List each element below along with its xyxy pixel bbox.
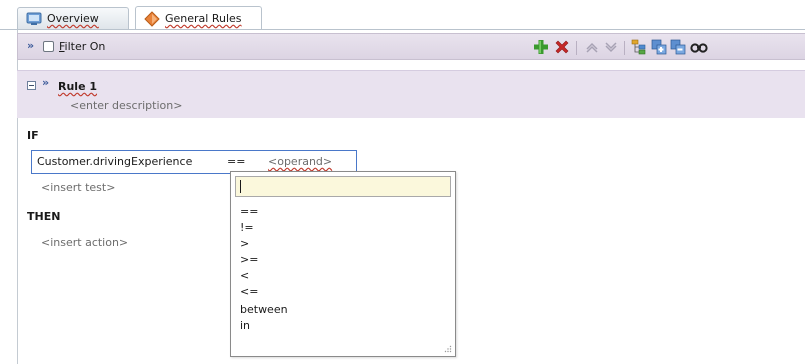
if-keyword: IF bbox=[27, 129, 39, 142]
test-left-expression[interactable]: Customer.drivingExperience bbox=[37, 155, 192, 168]
toolbar-separator bbox=[576, 41, 577, 55]
rule-expand-chevron-icon[interactable]: » bbox=[42, 76, 49, 89]
operator-option[interactable]: == bbox=[240, 205, 258, 218]
find-icon[interactable] bbox=[690, 38, 708, 56]
operator-option[interactable]: >= bbox=[240, 253, 258, 266]
operator-search-input[interactable] bbox=[235, 176, 451, 197]
operator-dropdown: == != > >= < <= between in bbox=[230, 171, 456, 357]
tab-general-rules-label: General Rules bbox=[165, 12, 242, 25]
tab-overview[interactable]: Overview bbox=[17, 7, 129, 29]
rule-name[interactable]: Rule 1 bbox=[58, 80, 97, 93]
overview-icon bbox=[26, 12, 42, 25]
move-up-icon[interactable] bbox=[583, 38, 601, 56]
text-caret bbox=[240, 180, 241, 193]
operator-option[interactable]: > bbox=[240, 237, 249, 250]
rule-header: » Rule 1 <enter description> bbox=[17, 70, 805, 118]
operator-option[interactable]: < bbox=[240, 269, 249, 282]
insert-action-link[interactable]: <insert action> bbox=[41, 236, 128, 249]
filter-checkbox[interactable] bbox=[43, 41, 54, 52]
filter-label-rest: ilter On bbox=[64, 40, 106, 53]
expand-chevron-icon[interactable]: » bbox=[27, 39, 34, 52]
rules-toolbar: » Filter On bbox=[17, 33, 805, 60]
insert-test-link[interactable]: <insert test> bbox=[41, 181, 115, 194]
delete-icon[interactable] bbox=[553, 38, 571, 56]
tab-overview-label: Overview bbox=[47, 12, 99, 25]
copy-icon[interactable] bbox=[650, 38, 668, 56]
move-down-icon[interactable] bbox=[602, 38, 620, 56]
toolbar-separator bbox=[624, 41, 625, 55]
collapse-icon[interactable] bbox=[27, 81, 36, 90]
operator-option[interactable]: <= bbox=[240, 285, 258, 298]
tab-general-rules[interactable]: General Rules bbox=[135, 6, 262, 30]
rule-description[interactable]: <enter description> bbox=[70, 99, 182, 112]
tab-strip: Overview General Rules bbox=[0, 0, 805, 31]
operator-option[interactable]: in bbox=[240, 319, 250, 332]
then-keyword: THEN bbox=[27, 210, 61, 223]
filter-label: Filter On bbox=[59, 40, 105, 53]
add-icon[interactable] bbox=[532, 38, 550, 56]
operator-option[interactable]: between bbox=[240, 303, 288, 316]
operator-option[interactable]: != bbox=[240, 221, 254, 234]
tree-icon[interactable] bbox=[630, 38, 648, 56]
test-operand[interactable]: <operand> bbox=[268, 155, 332, 168]
paste-icon[interactable] bbox=[669, 38, 687, 56]
test-operator[interactable]: == bbox=[227, 155, 245, 168]
resize-grip-icon[interactable] bbox=[444, 345, 452, 353]
rules-diamond-icon bbox=[144, 10, 160, 27]
